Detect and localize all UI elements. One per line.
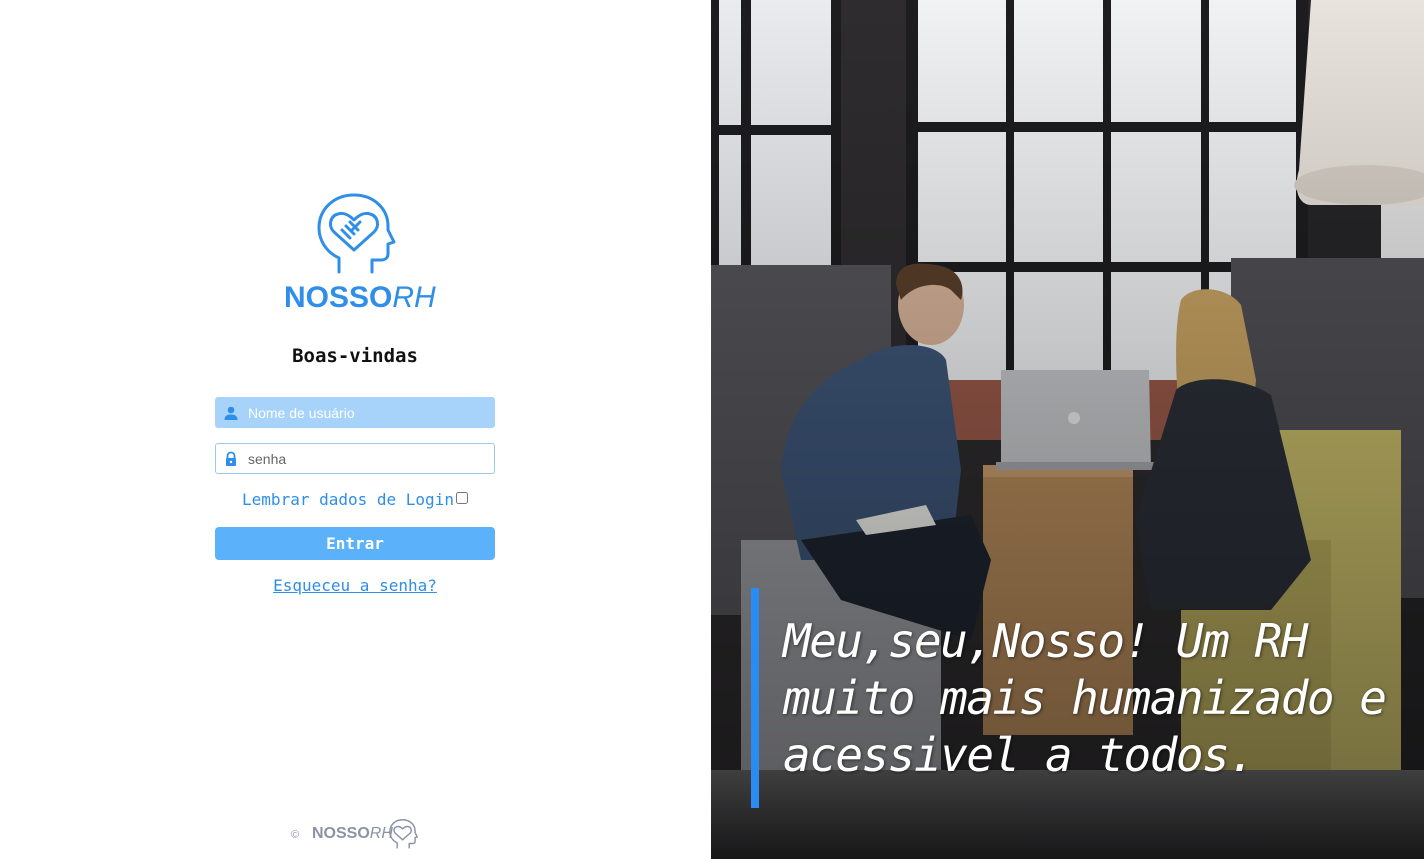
user-icon [224, 406, 238, 420]
remember-label: Lembrar dados de Login [242, 490, 454, 509]
footer: © NOSSORH [290, 818, 430, 850]
brand-name-light: RH [392, 281, 436, 314]
head-heart-handshake-icon [389, 819, 418, 849]
hero-quote: Meu,seu,Nosso! Um RH muito mais humaniza… [783, 614, 1387, 782]
remember-checkbox[interactable] [455, 492, 468, 504]
login-button[interactable]: Entrar [215, 527, 495, 560]
head-heart-handshake-icon [317, 193, 396, 274]
username-input[interactable] [248, 398, 492, 427]
brand-wordmark: NOSSORH [284, 281, 436, 314]
password-input[interactable] [248, 444, 492, 473]
login-panel: NOSSORH Boas-vindas Lembrar dados de Log… [0, 0, 711, 859]
footer-wordmark: NOSSORH [312, 825, 393, 843]
brand-logo: NOSSORH [284, 192, 436, 318]
password-field[interactable] [215, 443, 495, 474]
lock-icon [226, 451, 236, 466]
brand-name-bold: NOSSO [284, 281, 393, 314]
welcome-heading: Boas-vindas [292, 345, 418, 367]
quote-accent-bar [751, 588, 759, 808]
footer-brand-bold: NOSSO [312, 825, 370, 842]
hero-panel: Meu,seu,Nosso! Um RH muito mais humaniza… [711, 0, 1424, 859]
remember-login[interactable]: Lembrar dados de Login [215, 490, 495, 509]
forgot-password-link[interactable]: Esqueceu a senha? [215, 576, 495, 595]
copyright-symbol: © [291, 829, 300, 841]
username-field[interactable] [215, 397, 495, 428]
